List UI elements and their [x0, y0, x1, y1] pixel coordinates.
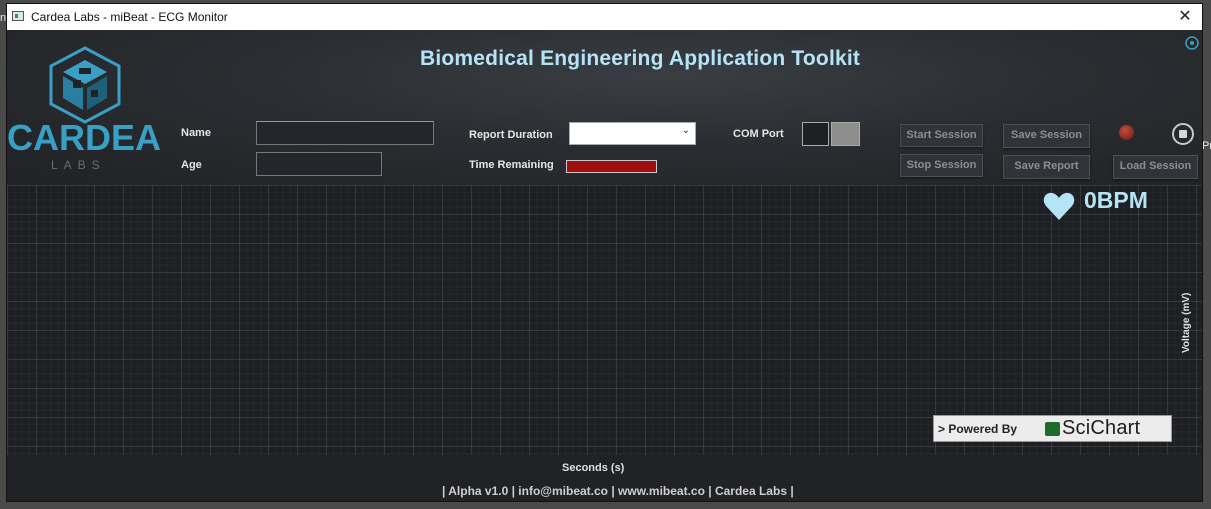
close-icon[interactable]: ✕ [1168, 4, 1202, 30]
title-bar: Cardea Labs - miBeat - ECG Monitor ✕ [7, 4, 1202, 30]
save-session-button[interactable]: Save Session [1003, 124, 1090, 148]
com-port-connect-button[interactable] [831, 122, 860, 146]
start-session-button[interactable]: Start Session [900, 124, 983, 147]
time-remaining-progress [566, 160, 657, 173]
age-label: Age [181, 159, 202, 171]
name-input[interactable] [256, 121, 434, 145]
load-session-button[interactable]: Load Session [1113, 155, 1198, 179]
save-report-button[interactable]: Save Report [1003, 155, 1090, 179]
bpm-readout: 0BPM [1084, 187, 1148, 213]
window-title: Cardea Labs - miBeat - ECG Monitor [31, 10, 228, 24]
footer: Seconds (s) | Alpha v1.0 | info@mibeat.c… [7, 455, 1202, 501]
logo-brand-text: CARDEA [7, 117, 161, 158]
heart-icon [1043, 192, 1075, 220]
settings-icon[interactable] [1185, 36, 1199, 50]
y-axis-label: Voltage (mV) [1181, 292, 1192, 353]
com-port-select[interactable] [802, 122, 829, 146]
report-duration-select[interactable]: ⌄ [569, 122, 696, 145]
app-window: Cardea Labs - miBeat - ECG Monitor ✕ CAR… [7, 4, 1202, 501]
status-led [1119, 125, 1134, 140]
stop-icon[interactable] [1172, 123, 1194, 145]
app-title: Biomedical Engineering Application Toolk… [420, 47, 861, 70]
x-axis-label: Seconds (s) [562, 462, 625, 474]
scichart-brand: SciChart [1062, 417, 1141, 439]
footer-credits: | Alpha v1.0 | info@mibeat.co | www.mibe… [442, 484, 794, 498]
cardea-logo: CARDEA LABS [7, 46, 161, 172]
com-port-label: COM Port [733, 128, 784, 140]
background-window-text: Pr [1202, 140, 1211, 152]
header: CARDEA LABS Biomedical Engineering Appli… [7, 30, 1202, 185]
app-icon [12, 11, 24, 21]
dropdown-arrow-icon: ⌄ [681, 125, 690, 136]
age-input[interactable] [256, 152, 382, 176]
time-remaining-label: Time Remaining [469, 159, 554, 171]
scichart-badge[interactable]: > Powered By SciChart [933, 415, 1172, 442]
powered-by-text: > Powered By [938, 422, 1018, 436]
scichart-icon [1045, 422, 1060, 436]
name-label: Name [181, 127, 211, 139]
report-duration-label: Report Duration [469, 129, 553, 141]
logo-sub-text: LABS [51, 158, 106, 172]
stop-session-button[interactable]: Stop Session [900, 154, 983, 177]
ecg-chart[interactable]: 0BPM Voltage (mV) > Powered By SciChart [7, 185, 1202, 455]
